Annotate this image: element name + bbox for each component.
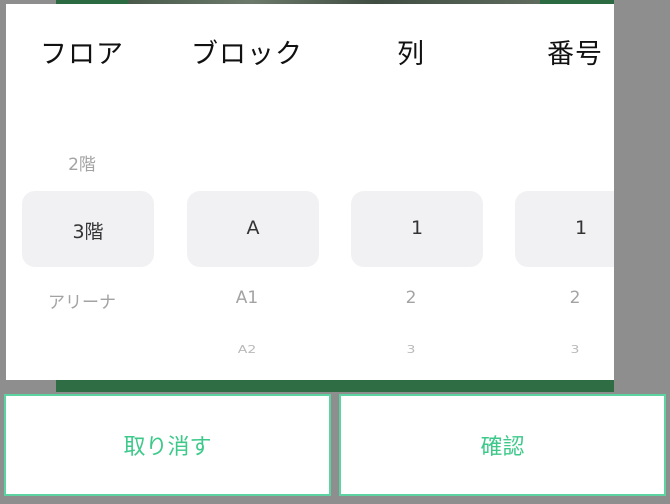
picker-column-row[interactable]: 列 1 2 3 <box>335 4 487 380</box>
picker-option-next[interactable]: 2 <box>335 288 487 308</box>
picker-option-next2[interactable]: A2 <box>171 344 323 356</box>
picker-option-selected[interactable]: A <box>187 217 319 239</box>
picker-option-prev[interactable]: 2階 <box>6 150 158 175</box>
cancel-button[interactable]: 取り消す <box>4 394 331 496</box>
column-header-floor: フロア <box>40 39 124 70</box>
picker-option-next[interactable]: A1 <box>171 288 323 308</box>
background-banner-bottom <box>56 380 614 392</box>
picker-option-next2[interactable]: 3 <box>335 344 487 356</box>
picker-option-selected[interactable]: 1 <box>351 217 483 239</box>
picker-option-next[interactable]: アリーナ <box>6 288 158 313</box>
picker-option-selected[interactable]: 1 <box>515 217 614 239</box>
seat-picker-sheet: フロア 2階 3階 アリーナ ブロック A A1 A2 列 1 2 3 番号 1… <box>6 4 614 380</box>
column-header-row: 列 <box>397 39 425 70</box>
picker-column-number[interactable]: 番号 1 2 3 <box>499 4 614 380</box>
column-header-block: ブロック <box>191 39 303 70</box>
picker-column-block[interactable]: ブロック A A1 A2 <box>171 4 323 380</box>
picker-option-selected[interactable]: 3階 <box>22 217 154 244</box>
picker-column-floor[interactable]: フロア 2階 3階 アリーナ <box>6 4 158 380</box>
picker-option-next[interactable]: 2 <box>499 288 614 308</box>
picker-option-next2[interactable]: 3 <box>499 344 614 356</box>
confirm-button[interactable]: 確認 <box>339 394 666 496</box>
column-header-number: 番号 <box>547 39 603 70</box>
